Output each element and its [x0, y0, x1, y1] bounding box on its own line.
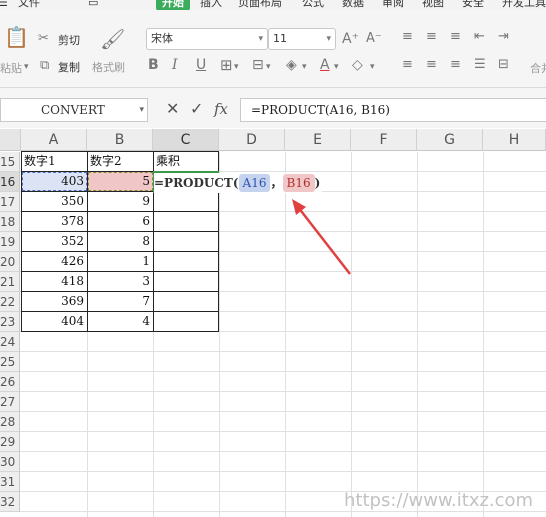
cut-button[interactable]: 剪切 [58, 32, 80, 48]
menu-bar: ☰ 文件 ▭ 开始 插入 页面布局 公式 数据 审阅 视图 安全 开发工具 [0, 0, 546, 10]
menu-hamburger-icon[interactable]: ☰ [0, 0, 8, 10]
cancel-icon[interactable]: ✕ [166, 98, 179, 120]
confirm-icon[interactable]: ✓ [190, 98, 203, 120]
distribute-icon[interactable]: ⊟ [498, 58, 509, 72]
italic-icon[interactable]: I [172, 58, 178, 72]
font-color-icon[interactable]: A [320, 58, 330, 72]
font-size-select[interactable]: 11 ▾ [268, 28, 336, 50]
chevron-down-icon: ▾ [326, 34, 331, 44]
clear-format-icon[interactable]: ◇ [352, 58, 363, 72]
menu-security[interactable]: 安全 [462, 0, 484, 10]
menu-review[interactable]: 审阅 [382, 0, 404, 10]
font-name-select[interactable]: 宋体 ▾ [146, 28, 268, 50]
ribbon-toolbar: 📋 粘贴 ▾ ✂ 剪切 ⧉ 复制 🖌 格式刷 宋体 ▾ 11 ▾ A⁺ A⁻ B… [0, 10, 546, 88]
font-name-value: 宋体 [151, 32, 173, 45]
chevron-down-icon: ▾ [258, 34, 263, 44]
border-icon[interactable]: ⊞ [220, 58, 233, 73]
align-bottom-icon[interactable]: ≡ [450, 30, 461, 44]
fill-dropdown-icon[interactable]: ▾ [302, 60, 307, 74]
border-dropdown-icon[interactable]: ▾ [234, 60, 239, 74]
menu-view[interactable]: 视图 [422, 0, 444, 10]
copy-button[interactable]: 复制 [58, 59, 80, 75]
name-box-value: CONVERT [41, 103, 105, 117]
cell-style-icon[interactable]: ⊟ [252, 58, 264, 72]
menu-file[interactable]: 文件 [18, 0, 40, 10]
cell-style-dropdown-icon[interactable]: ▾ [266, 60, 271, 74]
cut-icon[interactable]: ✂ [38, 32, 49, 46]
menu-formulas[interactable]: 公式 [302, 0, 324, 10]
align-top-icon[interactable]: ≡ [402, 30, 413, 44]
align-right-icon[interactable]: ≡ [450, 58, 461, 72]
format-painter-icon[interactable]: 🖌 [100, 28, 125, 50]
justify-icon[interactable]: ☰ [474, 58, 486, 72]
font-size-value: 11 [273, 32, 287, 45]
annotation-arrow [292, 199, 351, 275]
insert-function-icon[interactable]: fx [214, 98, 228, 120]
name-box[interactable]: CONVERT ▾ [0, 98, 148, 122]
decrease-font-icon[interactable]: A⁻ [366, 32, 382, 46]
bold-icon[interactable]: B [148, 58, 159, 72]
underline-icon[interactable]: U [196, 58, 206, 72]
copy-icon[interactable]: ⧉ [40, 59, 49, 73]
paste-button[interactable]: 粘贴 [0, 60, 22, 76]
menu-insert[interactable]: 插入 [200, 0, 222, 10]
indent-increase-icon[interactable]: ⇥ [498, 30, 509, 44]
clear-dropdown-icon[interactable]: ▾ [370, 60, 375, 74]
menu-data[interactable]: 数据 [342, 0, 364, 10]
chevron-down-icon: ▾ [139, 105, 144, 115]
menu-developer[interactable]: 开发工具 [502, 0, 546, 10]
menu-home[interactable]: 开始 [156, 0, 190, 10]
increase-font-icon[interactable]: A⁺ [342, 32, 359, 46]
align-center-icon[interactable]: ≡ [426, 58, 437, 72]
formula-bar: CONVERT ▾ ✕ ✓ fx =PRODUCT(A16, B16) [0, 88, 546, 128]
format-painter-button[interactable]: 格式刷 [92, 59, 125, 75]
indent-decrease-icon[interactable]: ⇤ [474, 30, 485, 44]
quick-save-icon[interactable]: ▭ [88, 0, 98, 10]
formula-input[interactable]: =PRODUCT(A16, B16) [240, 98, 546, 122]
align-left-icon[interactable]: ≡ [402, 58, 413, 72]
font-color-dropdown-icon[interactable]: ▾ [334, 60, 339, 74]
paste-icon[interactable]: 📋 [4, 26, 29, 48]
merge-button[interactable]: 合并 [530, 60, 546, 76]
spreadsheet-grid: A B C D E F G H 15 16 17 18 19 20 21 22 … [0, 129, 546, 517]
paste-dropdown-icon[interactable]: ▾ [24, 60, 29, 74]
menu-page-layout[interactable]: 页面布局 [238, 0, 282, 10]
fill-color-icon[interactable]: ◈ [286, 58, 297, 72]
watermark-text: https://www.itxz.com [344, 490, 534, 511]
align-middle-icon[interactable]: ≡ [426, 30, 437, 44]
